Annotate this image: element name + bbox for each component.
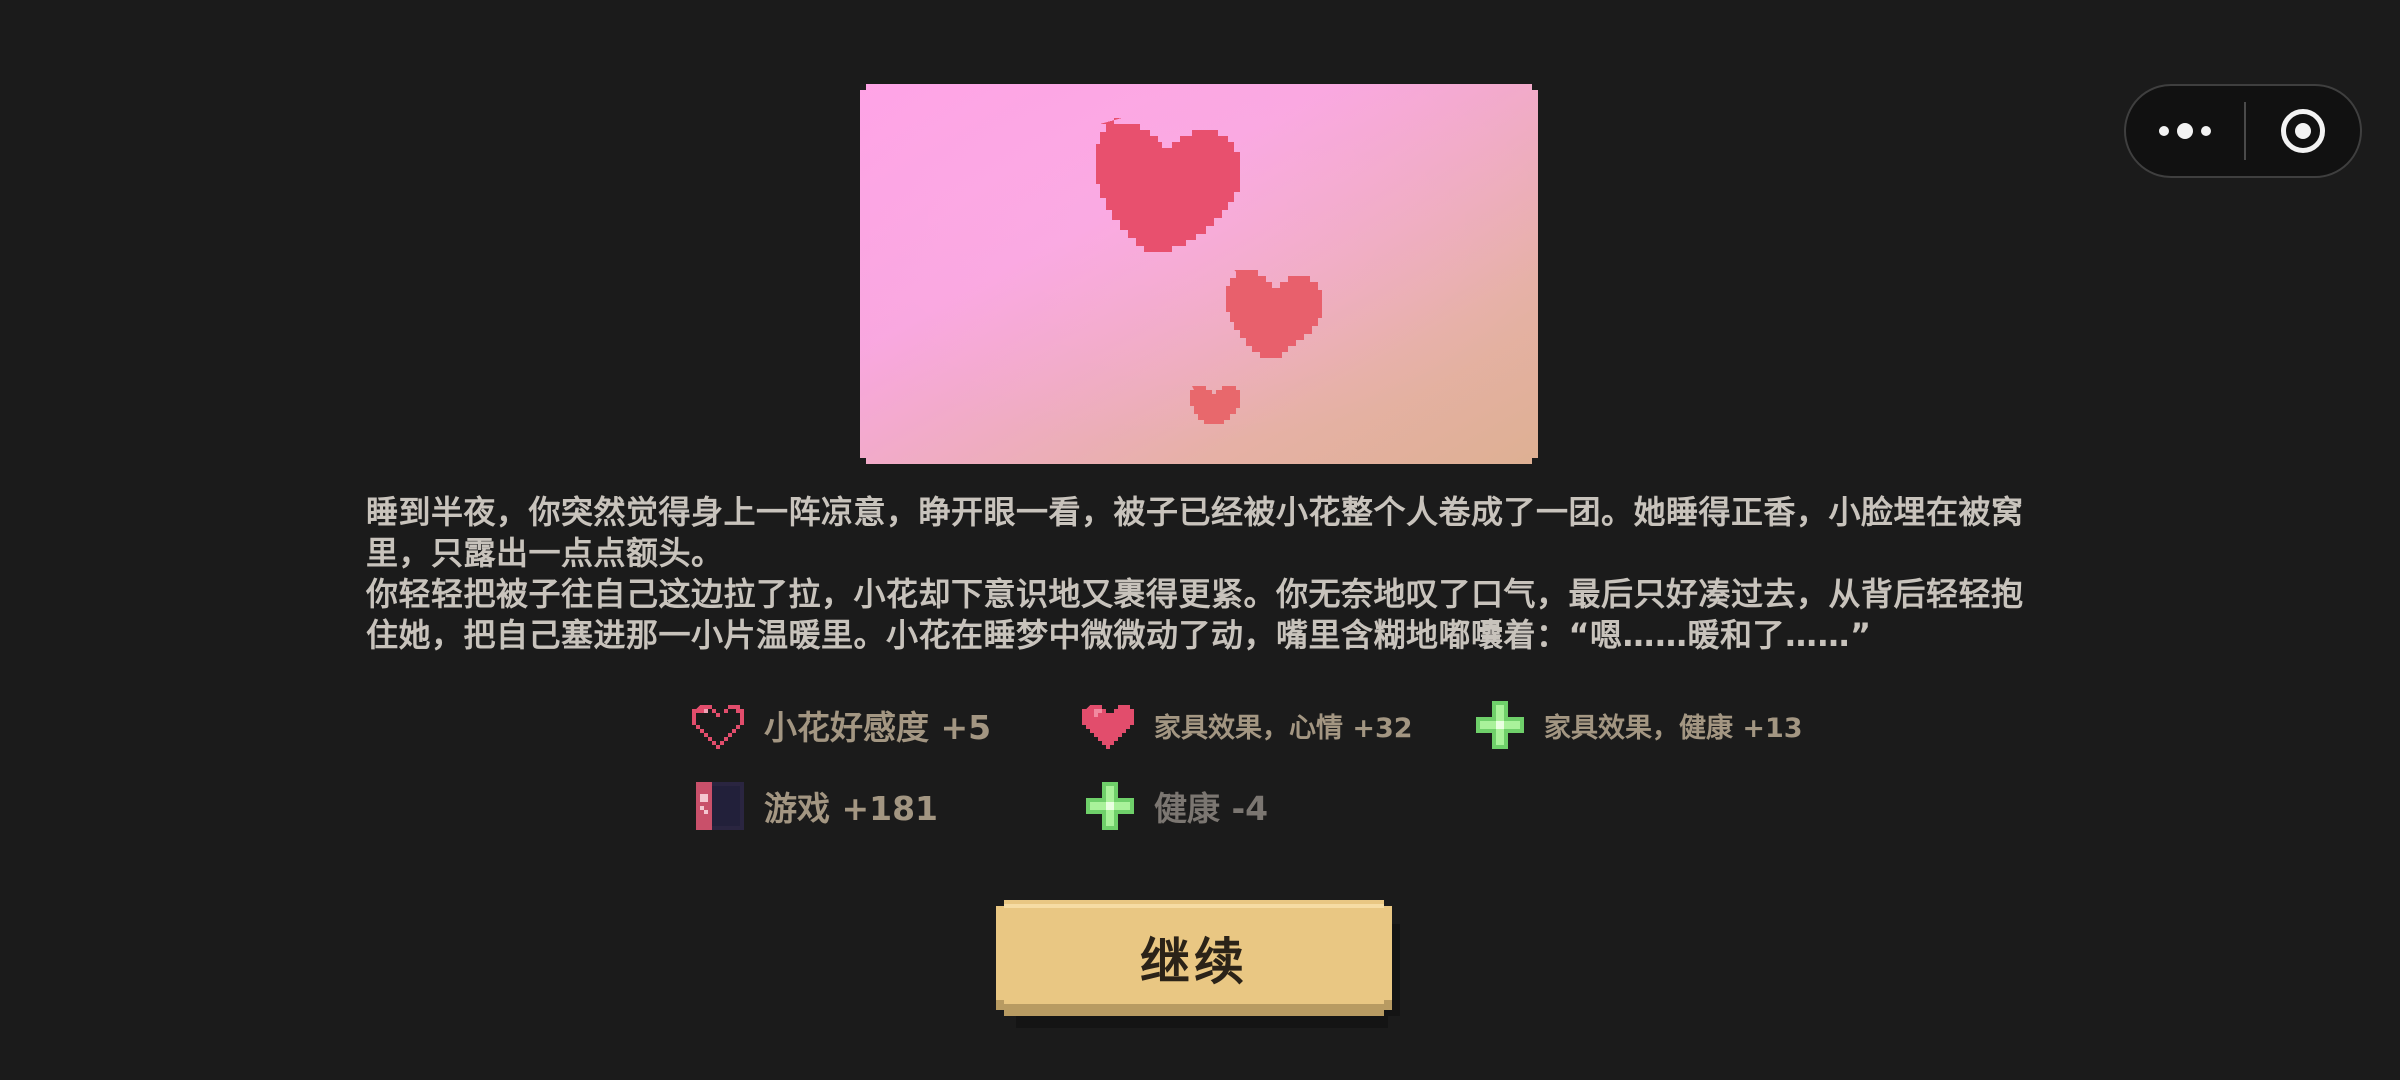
effect-health: 健康 -4 <box>1082 778 1268 834</box>
continue-button-label: 继续 <box>1140 933 1248 991</box>
more-dots-icon[interactable] <box>2126 86 2244 176</box>
heart-outline-icon <box>692 705 744 749</box>
effect-health-text: 健康 -4 <box>1154 789 1269 828</box>
continue-button[interactable]: 继续 <box>996 900 1400 1028</box>
heart-filled-icon <box>1082 705 1134 749</box>
effect-game: 游戏 +181 <box>692 778 938 834</box>
health-cross-icon <box>1476 701 1524 749</box>
effect-furniture-mood-text: 家具效果，心情 +32 <box>1154 712 1413 744</box>
effect-game-text: 游戏 +181 <box>764 789 939 828</box>
target-close-icon[interactable] <box>2246 86 2360 176</box>
story-paragraph-1: 睡到半夜，你突然觉得身上一阵凉意，睁开眼一看，被子已经被小花整个人卷成了一团。她… <box>366 493 2024 572</box>
floating-hearts-illustration <box>860 84 1538 464</box>
health-cross-icon <box>1086 782 1134 830</box>
effect-affection: 小花好感度 +5 <box>692 697 991 753</box>
effect-furniture-health: 家具效果，健康 +13 <box>1472 697 1803 753</box>
effect-furniture-mood: 家具效果，心情 +32 <box>1082 697 1413 753</box>
effect-affection-text: 小花好感度 +5 <box>764 708 992 747</box>
story-paragraph-2: 你轻轻把被子往自己这边拉了拉，小花却下意识地又裹得更紧。你无奈地叹了口气，最后只… <box>366 575 2024 654</box>
game-console-icon <box>696 782 744 830</box>
story-text: 睡到半夜，你突然觉得身上一阵凉意，睁开眼一看，被子已经被小花整个人卷成了一团。她… <box>366 492 2032 656</box>
miniprogram-capsule <box>2124 84 2362 178</box>
effect-furniture-health-text: 家具效果，健康 +13 <box>1544 712 1803 744</box>
